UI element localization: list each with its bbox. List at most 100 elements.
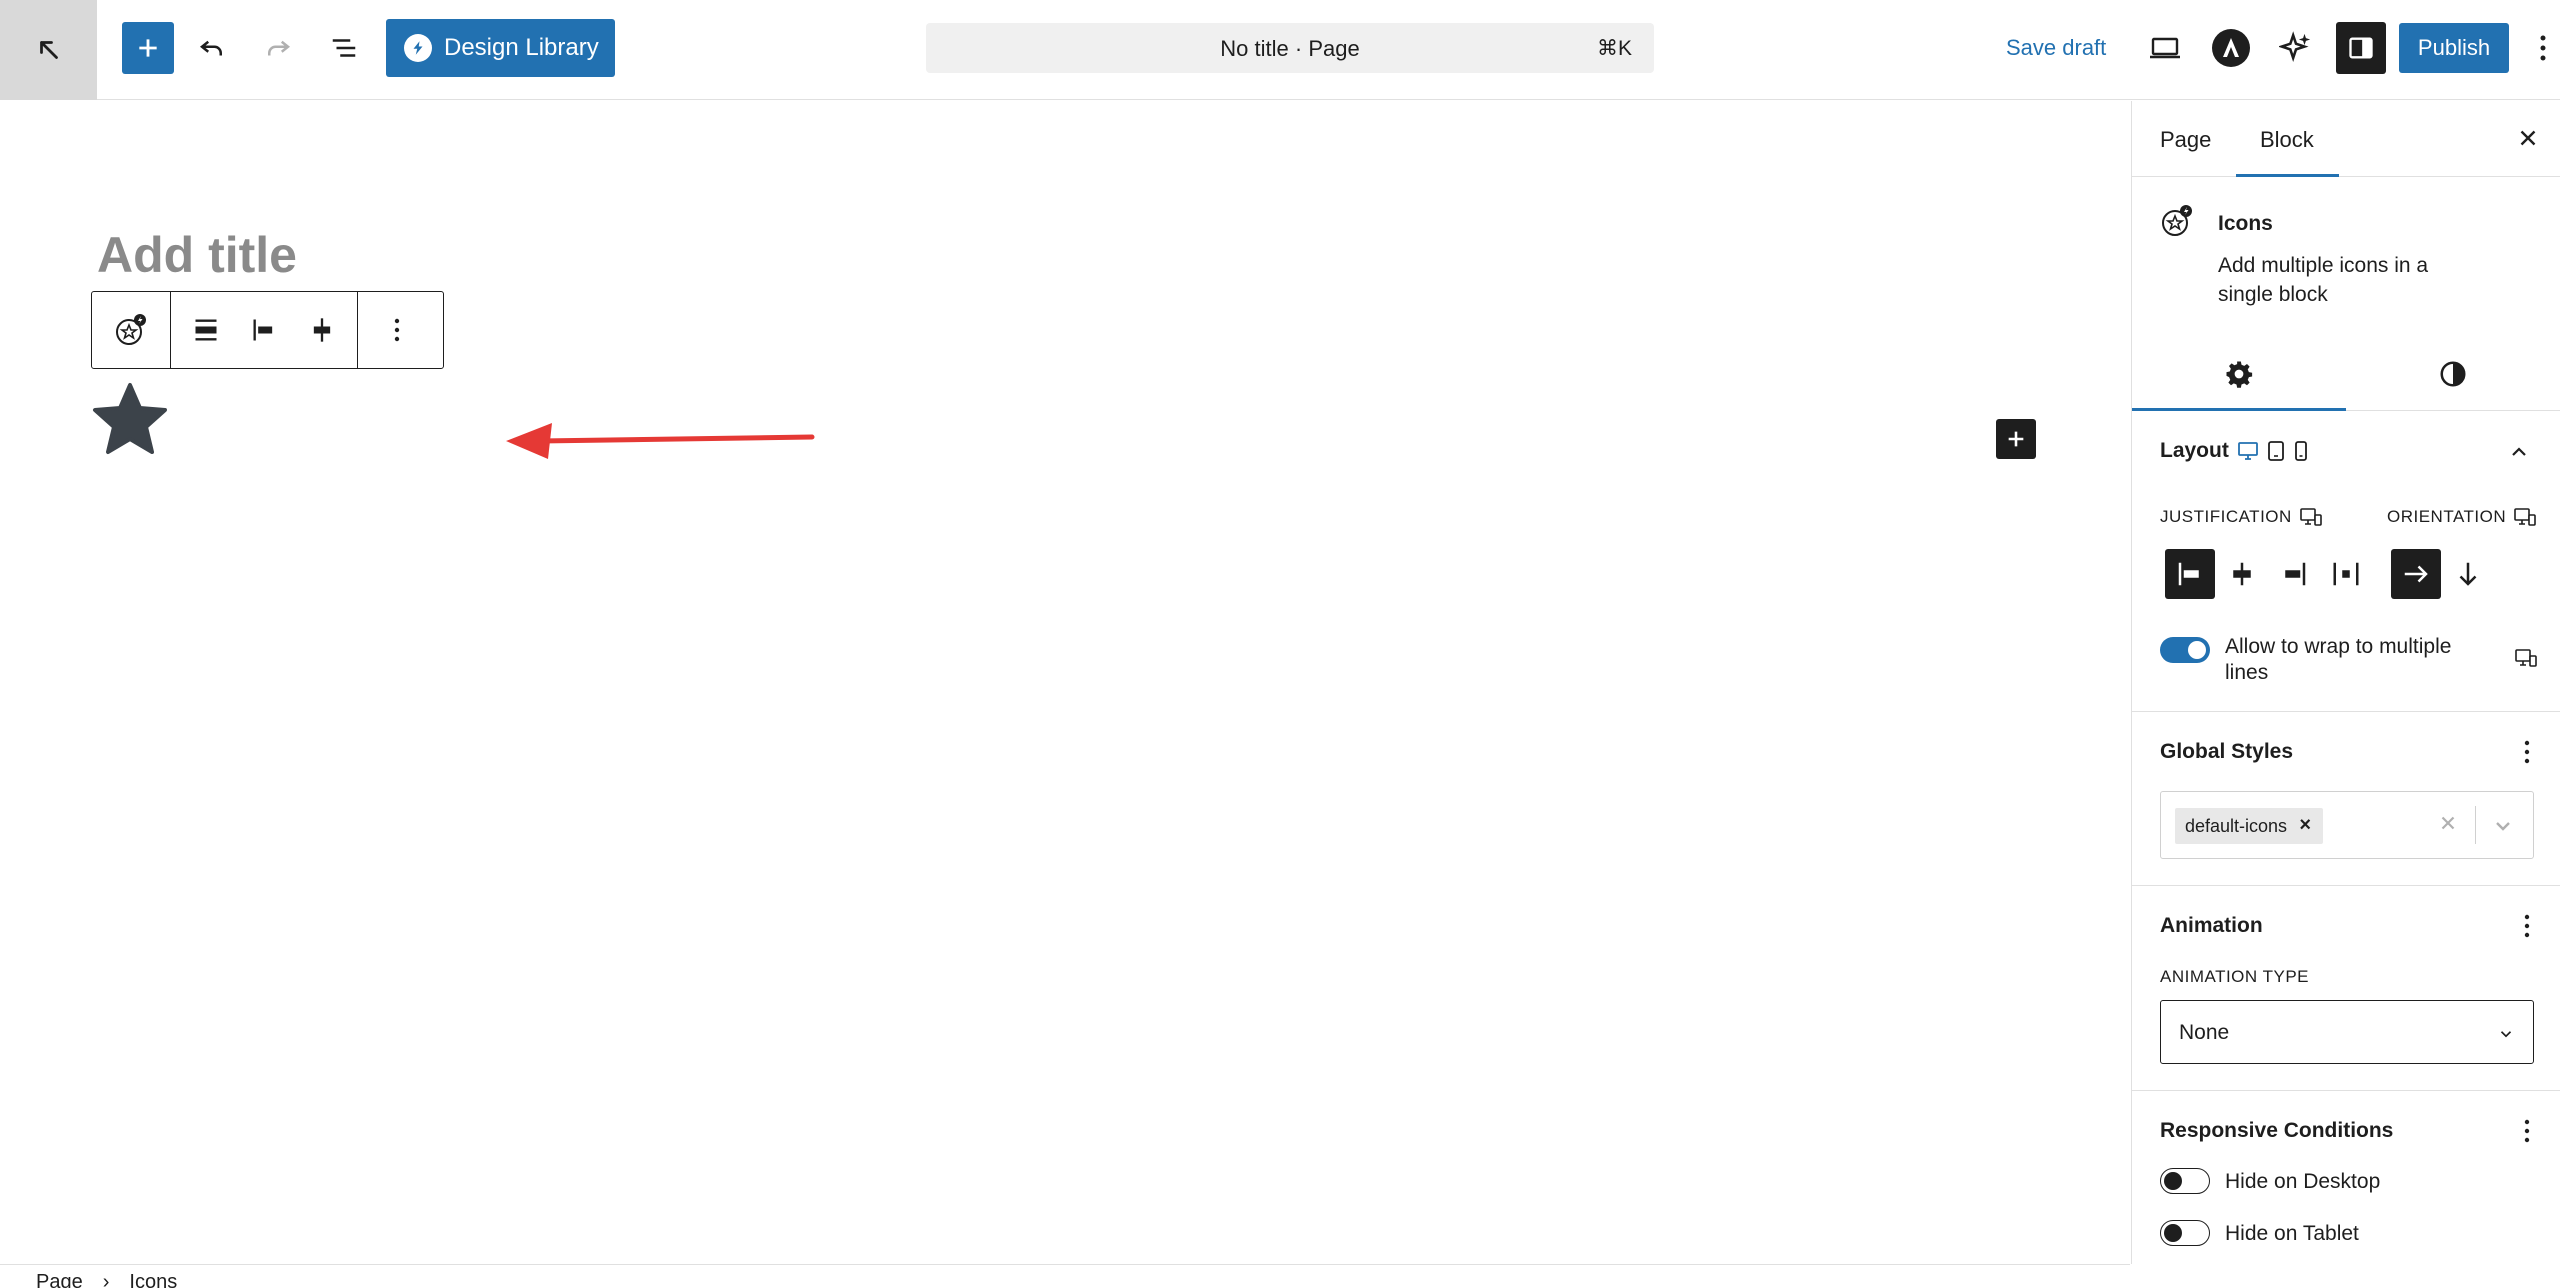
settings-sidebar: Page Block Icons Add multiple icons in a… (2131, 101, 2560, 1264)
justify-left-button[interactable] (2165, 549, 2215, 599)
select-divider (2475, 806, 2476, 844)
add-block-button[interactable] (1996, 419, 2036, 459)
tab-page[interactable]: Page (2160, 127, 2211, 153)
preview-button[interactable] (2143, 26, 2187, 70)
responsive-icon[interactable] (2299, 507, 2322, 527)
sidebar-tabs: Page Block (2132, 101, 2560, 177)
global-style-tag: default-icons × (2175, 808, 2324, 844)
chevron-up-icon (2512, 447, 2526, 456)
animation-title[interactable]: Animation (2160, 914, 2263, 938)
justify-space-between-button[interactable] (2321, 549, 2371, 599)
animation-type-value: None (2179, 1021, 2230, 1044)
star-icon-block[interactable] (91, 381, 169, 462)
redo-button[interactable] (252, 22, 304, 74)
hide-on-desktop-label: Hide on Desktop (2225, 1170, 2381, 1193)
hide-on-tablet-toggle[interactable] (2160, 1220, 2210, 1246)
hide-on-desktop-row: Hide on Desktop (2160, 1168, 2380, 1194)
stackable-logo-icon (404, 34, 432, 62)
orientation-label-row: Orientation (2387, 507, 2536, 527)
command-palette-bar[interactable]: No title · Page ⌘K (926, 23, 1654, 73)
tablet-icon[interactable] (2267, 440, 2285, 462)
layout-panel: Layout Justification Orientation (2132, 412, 2560, 712)
settings-sidebar-toggle[interactable] (2336, 22, 2386, 74)
justify-stretch-icon (195, 319, 217, 341)
open-dropdown-button[interactable] (2491, 814, 2515, 843)
responsive-conditions-title[interactable]: Responsive Conditions (2160, 1119, 2393, 1143)
global-styles-options-button[interactable] (2523, 739, 2531, 770)
breadcrumb-item-page[interactable]: Page (36, 1272, 83, 1288)
astra-settings-button[interactable] (2209, 26, 2253, 70)
justify-center-icon (2233, 562, 2251, 586)
document-overview-button[interactable] (318, 22, 370, 74)
wrap-toggle-label: Allow to wrap to multiple lines (2225, 635, 2452, 684)
tab-styles[interactable] (2346, 337, 2560, 411)
animation-type-select[interactable]: None (2160, 1000, 2534, 1064)
animation-options-button[interactable] (2523, 913, 2531, 944)
mobile-icon[interactable] (2293, 440, 2309, 462)
desktop-icon[interactable] (2237, 441, 2259, 461)
save-draft-button[interactable]: Save draft (2006, 35, 2106, 61)
wrap-toggle[interactable] (2160, 637, 2210, 663)
justify-left-icon (253, 319, 273, 341)
justify-center-button[interactable] (2217, 549, 2267, 599)
block-toolbar (91, 291, 444, 369)
global-styles-panel: Global Styles default-icons × (2132, 713, 2560, 886)
wrap-responsive-button[interactable] (2515, 648, 2537, 673)
astra-logo-icon (2212, 29, 2250, 67)
justify-space-between-icon (2333, 562, 2359, 586)
responsive-icon[interactable] (2514, 507, 2536, 527)
chevron-down-icon (2497, 1025, 2515, 1049)
responsive-options-button[interactable] (2523, 1118, 2531, 1149)
hide-on-tablet-row: Hide on Tablet (2160, 1220, 2359, 1246)
layout-panel-title: Layout (2160, 439, 2229, 462)
justify-left-icon (2178, 562, 2199, 586)
justify-spread-button[interactable] (177, 292, 235, 368)
document-title: No title · Page (1220, 36, 1360, 61)
toggle-knob (2188, 641, 2206, 659)
layout-panel-header[interactable]: Layout (2160, 439, 2309, 463)
clear-selection-button[interactable] (2437, 812, 2459, 839)
chevron-right-icon: › (102, 1271, 110, 1288)
ai-assistant-button[interactable] (2274, 26, 2318, 70)
remove-tag-icon[interactable]: × (2299, 814, 2311, 837)
alignment-group (170, 292, 357, 368)
design-library-button[interactable]: Design Library (386, 19, 615, 77)
tab-block[interactable]: Block (2260, 127, 2314, 153)
arrow-down-icon (2459, 562, 2477, 586)
hide-on-desktop-toggle[interactable] (2160, 1168, 2210, 1194)
block-switcher-group (92, 292, 170, 368)
more-vertical-icon (2524, 914, 2530, 938)
justification-label-row: Justification (2160, 507, 2322, 527)
toggle-knob (2164, 1224, 2182, 1242)
block-name: Icons (2218, 212, 2273, 235)
justify-left-button[interactable] (235, 292, 293, 368)
hide-on-tablet-label: Hide on Tablet (2225, 1222, 2359, 1245)
sidebar-icon (2349, 37, 2373, 59)
orientation-label: Orientation (2387, 507, 2507, 526)
responsive-conditions-panel: Responsive Conditions Hide on Desktop Hi… (2132, 1092, 2560, 1264)
icons-block-icon (116, 314, 146, 345)
undo-button[interactable] (186, 22, 238, 74)
block-type-switcher[interactable] (92, 292, 170, 368)
justify-center-button[interactable] (293, 292, 351, 368)
post-title-placeholder[interactable]: Add title (97, 226, 297, 284)
annotation-arrow-icon (506, 423, 815, 459)
options-menu-button[interactable] (2526, 26, 2560, 70)
breadcrumb-item-icons[interactable]: Icons (129, 1272, 177, 1288)
desktop-preview-icon (2150, 37, 2180, 59)
global-styles-select[interactable]: default-icons × (2160, 791, 2534, 859)
tab-settings[interactable] (2132, 337, 2346, 411)
star-icon (93, 383, 167, 454)
close-sidebar-button[interactable] (2515, 125, 2541, 156)
orientation-vertical-button[interactable] (2443, 549, 2493, 599)
global-styles-title[interactable]: Global Styles (2160, 740, 2293, 764)
back-to-dashboard-button[interactable] (0, 0, 97, 100)
orientation-horizontal-button[interactable] (2391, 549, 2441, 599)
collapse-layout-panel-button[interactable] (2507, 440, 2531, 469)
block-options-button[interactable] (358, 292, 436, 368)
plus-icon (2008, 431, 2024, 447)
publish-button[interactable]: Publish (2399, 23, 2509, 73)
command-shortcut: ⌘K (1596, 37, 1632, 60)
block-inserter-button[interactable] (122, 22, 174, 74)
justify-right-button[interactable] (2269, 549, 2319, 599)
